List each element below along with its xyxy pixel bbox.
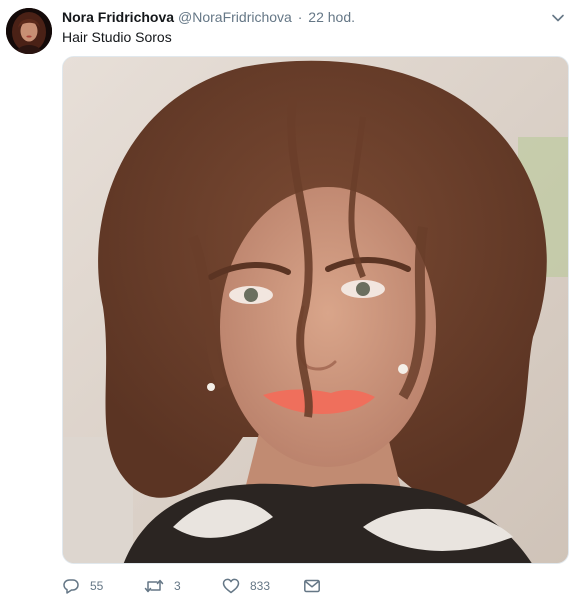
retweet-count: 3 [174,579,181,593]
tweet-actions: 55 3 833 [62,576,542,596]
tweet-menu-button[interactable] [550,10,566,26]
author-avatar[interactable] [6,8,52,54]
chevron-down-icon [552,14,564,22]
like-button[interactable]: 833 [222,576,270,596]
tweet-header: Nora Fridrichova @NoraFridrichova · 22 ho… [62,8,355,26]
tweet-text: Hair Studio Soros [62,29,172,45]
envelope-icon [304,579,320,593]
avatar-photo [6,8,52,54]
reply-count: 55 [90,579,104,593]
direct-message-button[interactable] [303,576,321,596]
tweet[interactable]: Nora Fridrichova @NoraFridrichova · 22 ho… [0,0,576,603]
tweet-photo[interactable] [62,56,569,564]
retweet-icon [144,579,164,593]
heart-icon [222,578,240,594]
tweet-timestamp[interactable]: 22 hod. [308,9,355,25]
author-handle[interactable]: @NoraFridrichova [178,9,292,25]
reply-button[interactable]: 55 [62,576,103,596]
separator-dot: · [297,9,303,25]
reply-icon [63,579,79,594]
photo-image [63,57,568,563]
author-name[interactable]: Nora Fridrichova [62,9,174,25]
retweet-button[interactable]: 3 [144,576,181,596]
like-count: 833 [250,579,271,593]
